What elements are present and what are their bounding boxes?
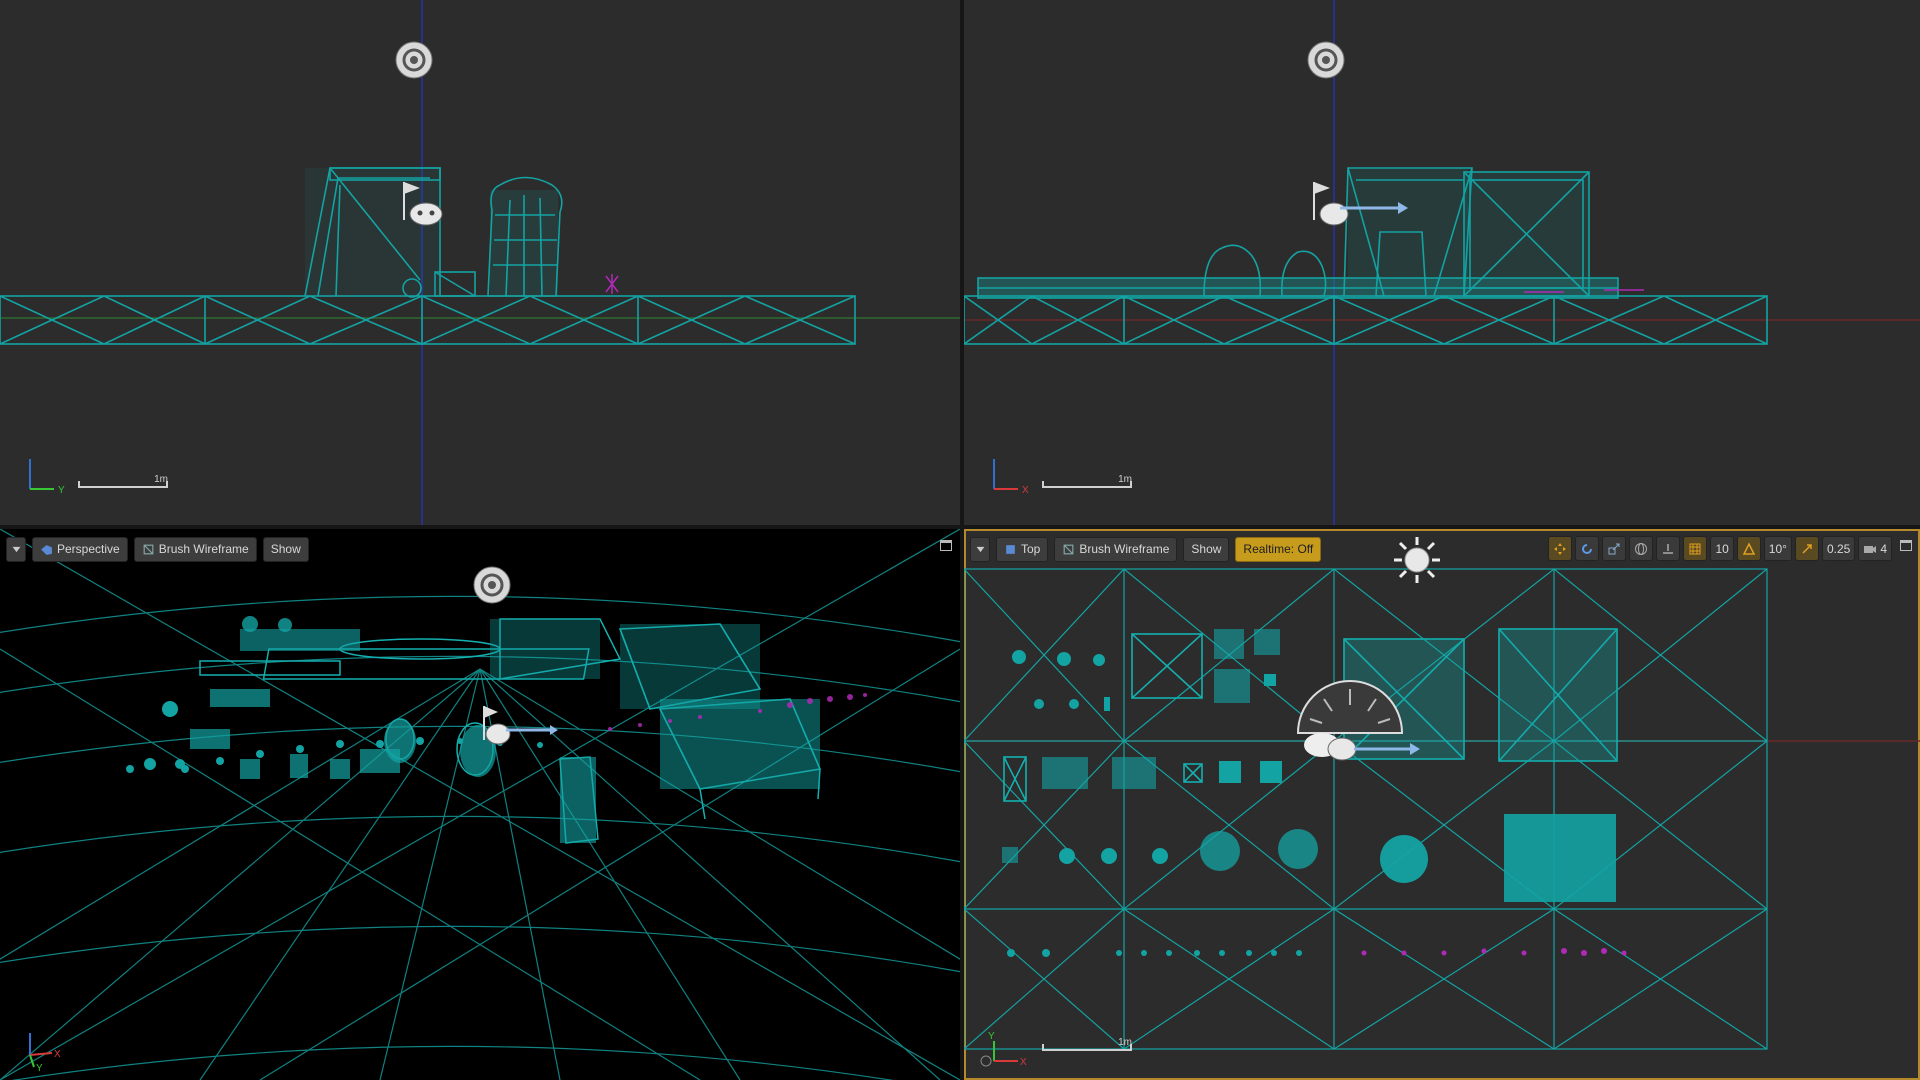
realtime-label: Realtime: Off	[1243, 542, 1314, 556]
maximize-viewport-icon[interactable]	[1900, 540, 1912, 551]
sky-sphere-icon[interactable]	[394, 40, 434, 85]
svg-text:Y: Y	[36, 1063, 43, 1073]
show-button[interactable]: Show	[262, 536, 309, 562]
perspective-scene	[0, 529, 960, 1080]
chevron-down-icon	[12, 546, 20, 552]
wireframe-icon	[143, 544, 154, 554]
view-mode-label: Perspective	[57, 542, 120, 556]
realtime-toggle[interactable]: Realtime: Off	[1235, 536, 1322, 562]
top-view-scene	[964, 568, 1920, 1050]
axis-gizmo: Y	[29, 459, 65, 495]
grid-snap-toggle[interactable]	[1683, 536, 1708, 561]
rotation-snap-label: 10°	[1768, 541, 1787, 556]
grid-snap-value[interactable]: 10	[1710, 536, 1734, 561]
viewport-toolbar: Perspective Brush Wireframe Show	[6, 536, 309, 562]
transform-toolbar: 10 10° 0.25 4	[1548, 536, 1892, 561]
side-view-scene	[0, 0, 960, 525]
camera-icon	[1864, 545, 1877, 553]
translate-tool[interactable]	[1548, 536, 1573, 561]
directional-light-icon[interactable]	[1392, 535, 1442, 590]
show-label: Show	[270, 542, 301, 556]
globe-icon	[1635, 542, 1648, 555]
player-start-icon[interactable]	[1310, 180, 1410, 241]
move-icon	[1554, 542, 1567, 555]
sky-sphere-icon[interactable]	[472, 565, 512, 610]
chevron-down-icon	[976, 546, 984, 552]
scale-bar: 1m	[78, 474, 168, 488]
svg-text:X: X	[1020, 1057, 1027, 1068]
render-mode-label: Brush Wireframe	[158, 542, 249, 556]
scale-label: 1m	[1118, 1037, 1132, 1048]
rotate-icon	[1582, 543, 1593, 554]
show-label: Show	[1191, 542, 1222, 556]
render-mode-button[interactable]: Brush Wireframe	[133, 536, 257, 562]
perspective-icon	[41, 544, 52, 555]
surface-snapping-toggle[interactable]	[1656, 536, 1681, 561]
view-mode-label: Top	[1021, 542, 1041, 556]
scale-tool[interactable]	[1602, 536, 1627, 561]
player-start-icon[interactable]	[400, 180, 446, 241]
surface-snap-icon	[1663, 543, 1674, 554]
top-view-icon	[1006, 544, 1015, 554]
viewport-top[interactable]: Top Brush Wireframe Show Realtime: Off 1…	[964, 529, 1920, 1080]
svg-text:X: X	[1022, 485, 1029, 495]
viewport-front[interactable]: X 1m	[964, 0, 1920, 525]
scale-snap-value[interactable]: 0.25	[1821, 536, 1856, 561]
coordinate-space-toggle[interactable]	[1629, 536, 1654, 561]
scale-snap-label: 0.25	[1826, 541, 1851, 556]
axis-gizmo: X Y	[980, 1031, 1027, 1068]
camera-speed-label: 4	[1880, 541, 1887, 556]
scale-snap-toggle[interactable]	[1794, 536, 1819, 561]
camera-speed-button[interactable]: 4	[1858, 536, 1892, 561]
angle-icon	[1742, 541, 1756, 555]
view-mode-button[interactable]: Top	[996, 536, 1049, 562]
scale-label: 1m	[154, 474, 168, 485]
maximize-viewport-icon[interactable]	[940, 540, 952, 551]
axis-gizmo: X	[993, 459, 1029, 495]
grid-snap-label: 10	[1715, 541, 1729, 556]
wireframe-icon	[1063, 544, 1074, 554]
svg-text:X: X	[54, 1049, 61, 1060]
rotation-snap-value[interactable]: 10°	[1763, 536, 1792, 561]
sky-sphere-icon[interactable]	[1306, 40, 1346, 85]
scale-snap-icon	[1802, 543, 1812, 554]
player-start-icon[interactable]	[1324, 729, 1424, 774]
viewport-options-button[interactable]	[970, 536, 990, 562]
axis-gizmo: X Y	[29, 1033, 61, 1073]
viewport-options-button[interactable]	[6, 536, 26, 562]
scale-icon	[1608, 543, 1620, 554]
scale-bar: 1m	[1042, 1037, 1132, 1051]
svg-text:Y: Y	[58, 485, 65, 495]
view-mode-button[interactable]: Perspective	[32, 536, 128, 562]
rotation-snap-toggle[interactable]	[1736, 536, 1761, 561]
grid-icon	[1689, 543, 1701, 554]
player-start-icon[interactable]	[480, 704, 560, 759]
viewport-toolbar: Top Brush Wireframe Show Realtime: Off	[970, 536, 1322, 562]
render-mode-label: Brush Wireframe	[1079, 542, 1170, 556]
front-view-scene	[964, 0, 1920, 525]
scale-bar: 1m	[1042, 474, 1132, 488]
rotate-tool[interactable]	[1575, 536, 1600, 561]
show-button[interactable]: Show	[1183, 536, 1230, 562]
render-mode-button[interactable]: Brush Wireframe	[1054, 536, 1178, 562]
scale-label: 1m	[1118, 474, 1132, 485]
viewport-side[interactable]: Y 1m	[0, 0, 960, 525]
svg-text:Y: Y	[988, 1031, 995, 1042]
viewport-perspective[interactable]: Perspective Brush Wireframe Show X Y	[0, 529, 960, 1080]
